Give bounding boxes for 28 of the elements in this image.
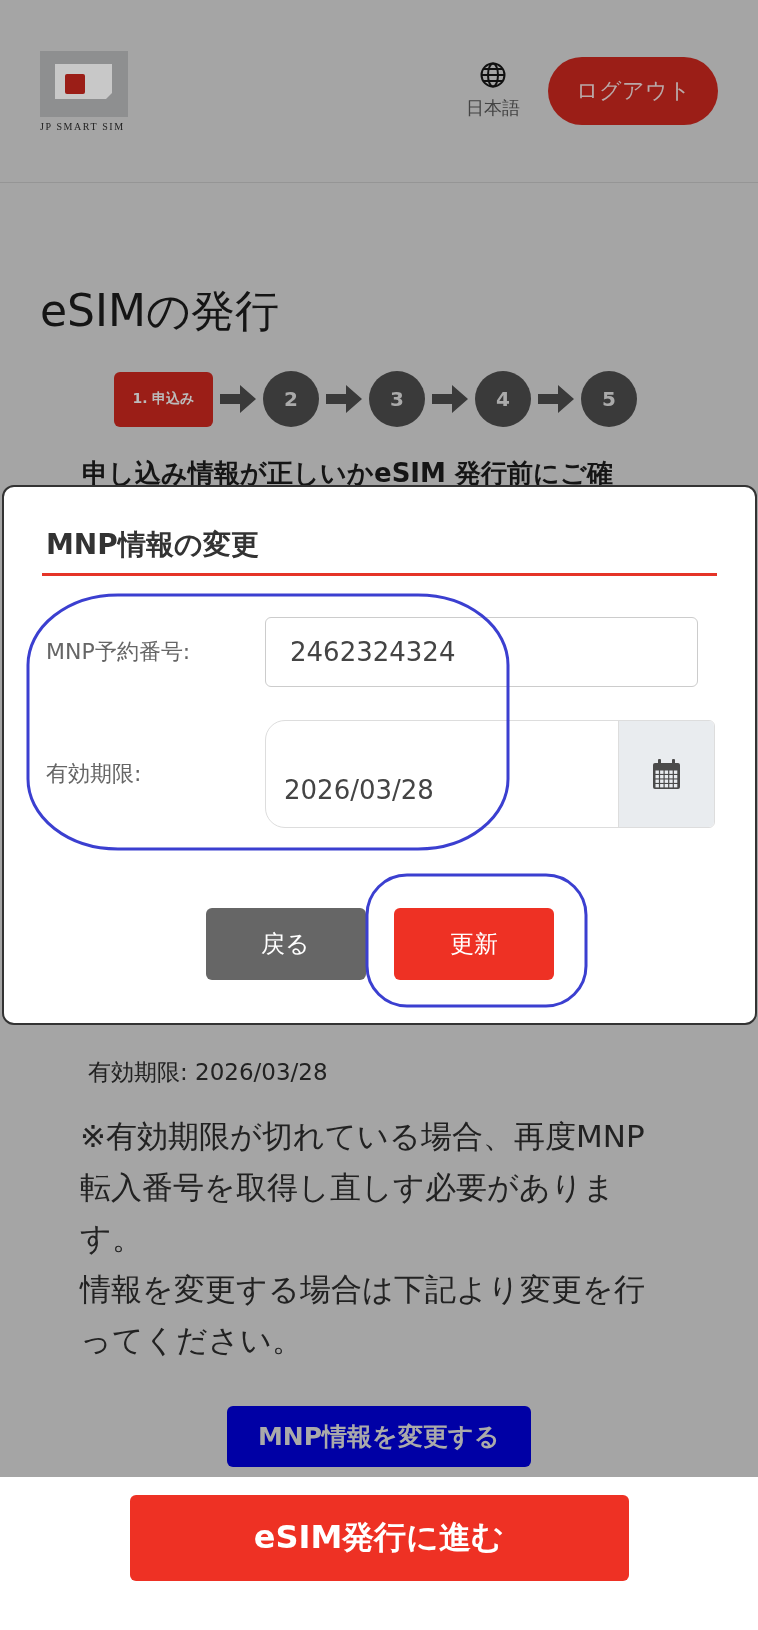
note-text: ※有効期限が切れている場合、再度MNP転入番号を取得し直しす必要があります。 xyxy=(80,1117,646,1258)
field-label: MNP予約番号: xyxy=(45,638,192,666)
date-field[interactable]: 2026/03/28 xyxy=(265,720,715,828)
arrow-icon xyxy=(220,385,256,413)
step-circle: 4 xyxy=(475,371,531,427)
arrow-icon xyxy=(432,385,468,413)
modal-title: MNP情報の変更 xyxy=(42,525,717,576)
globe-icon[interactable] xyxy=(480,62,506,88)
calendar-icon[interactable] xyxy=(652,758,681,790)
note-text: 情報を変更する場合は下記より変更を行ってください。 xyxy=(80,1270,646,1360)
sim-card-logo-icon xyxy=(40,50,128,117)
step-badge: 1. 申込み xyxy=(114,371,213,427)
step-circle: 5 xyxy=(581,371,637,427)
proceed-button[interactable]: eSIM発行に進む xyxy=(129,1495,629,1581)
back-button[interactable]: 戻る xyxy=(205,908,366,980)
reservation-number-field[interactable]: 2462324324 xyxy=(265,617,698,687)
step-circle: 2 xyxy=(263,371,319,427)
field-label: 有効期限: xyxy=(45,760,143,788)
arrow-icon xyxy=(326,385,362,413)
logout-button[interactable]: ログアウト xyxy=(548,57,718,125)
step-circle: 3 xyxy=(369,371,425,427)
change-mnp-button[interactable]: MNP情報を変更する xyxy=(227,1406,531,1467)
summary-line: 有効期限: 2026/03/28 xyxy=(88,1058,329,1087)
arrow-icon xyxy=(538,385,574,413)
page-title: eSIMの発行 xyxy=(40,284,280,338)
update-button[interactable]: 更新 xyxy=(393,908,554,980)
language-link[interactable]: 日本語 xyxy=(466,96,520,120)
logo-text: JP SMART SIM xyxy=(40,120,126,132)
